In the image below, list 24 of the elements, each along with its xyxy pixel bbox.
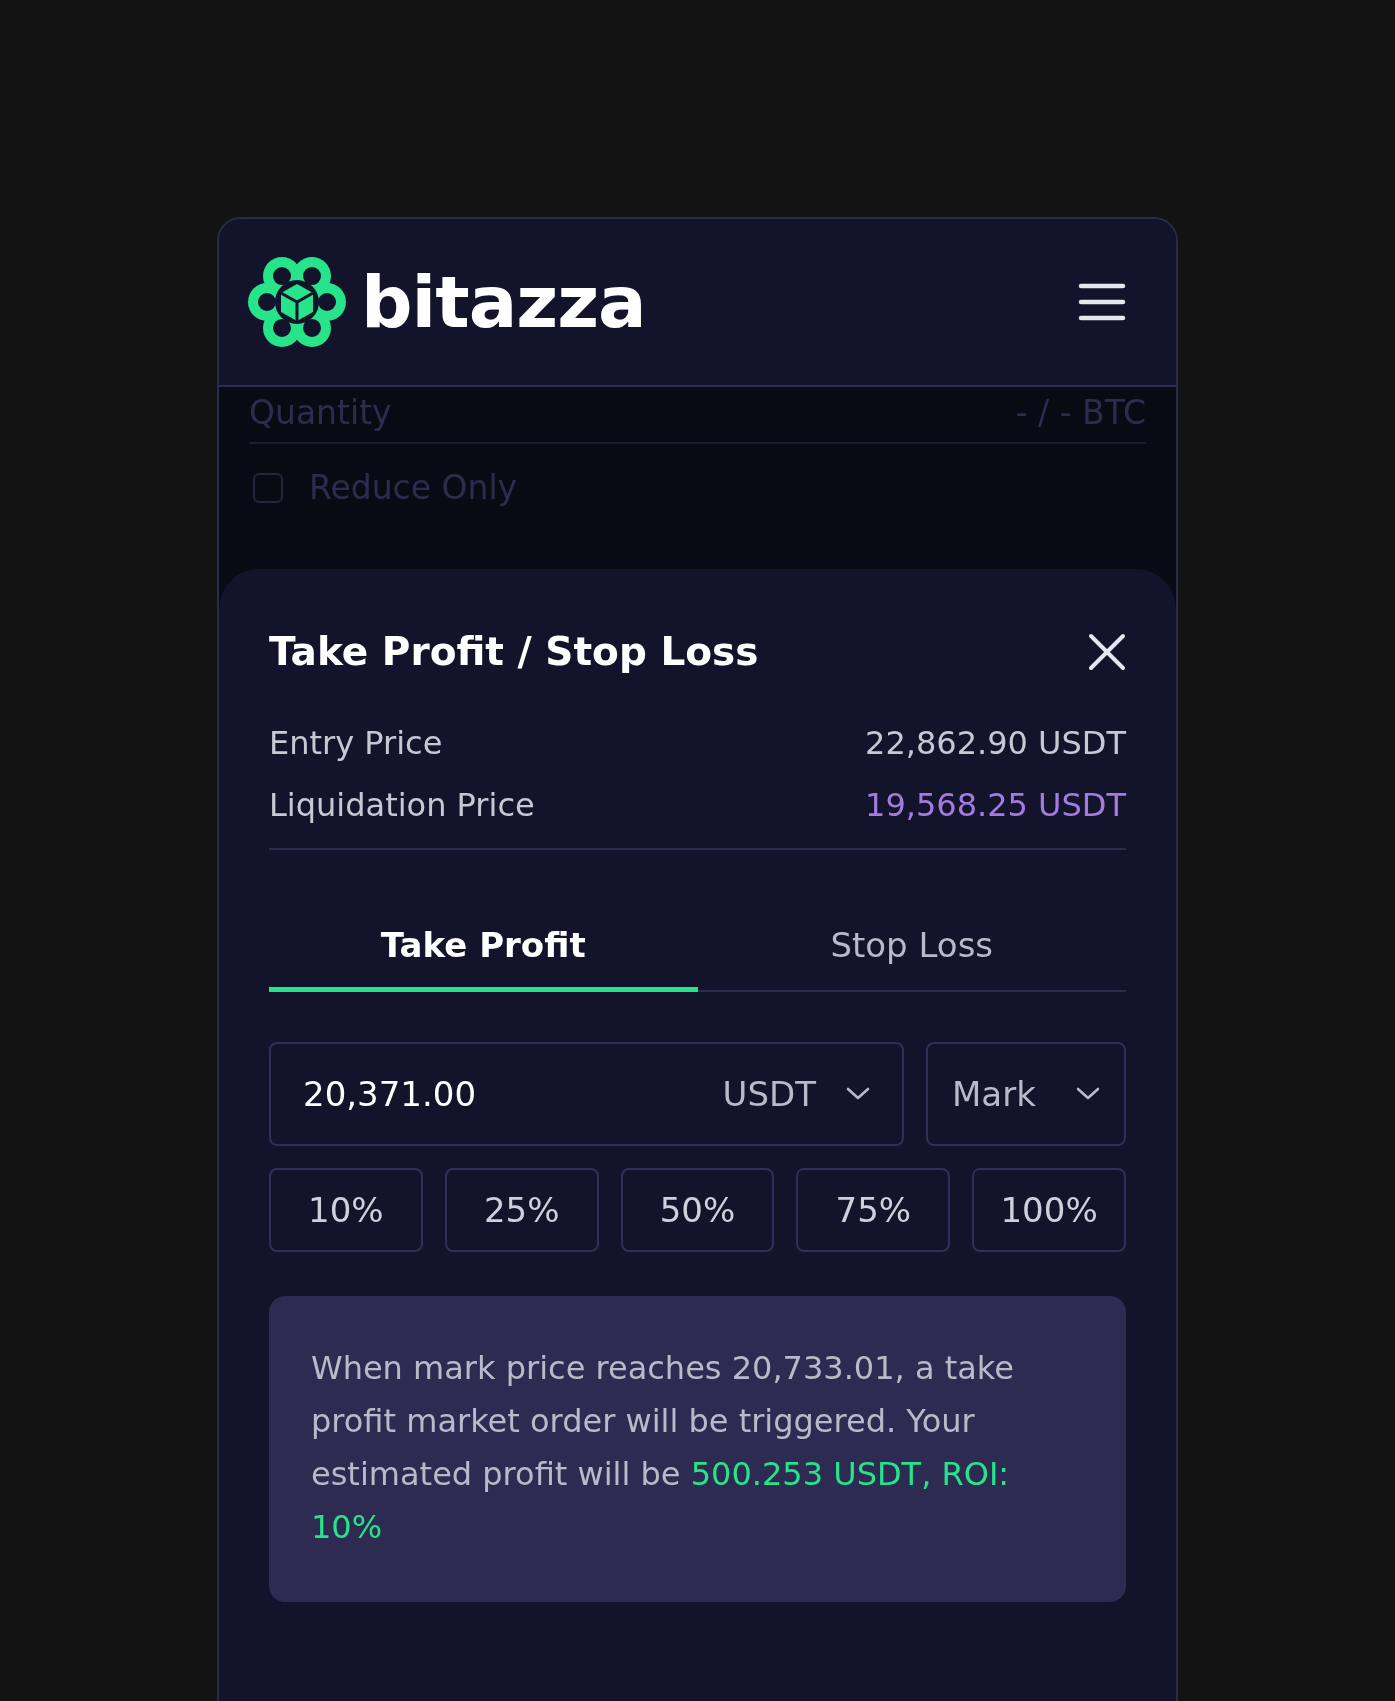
- trigger-select[interactable]: Mark: [926, 1042, 1126, 1146]
- chevron-down-icon: [1076, 1087, 1100, 1101]
- close-icon[interactable]: [1088, 632, 1126, 671]
- checkbox-label: Reduce Only: [309, 468, 518, 507]
- quantity-value: - / - BTC: [1015, 393, 1146, 432]
- price-value: 19,568.25 USDT: [865, 786, 1126, 824]
- percent-button[interactable]: 50%: [620, 1168, 775, 1252]
- percent-button[interactable]: 10%: [269, 1168, 423, 1252]
- price-value: 22,862.90 USDT: [865, 724, 1126, 762]
- sheet-title: Take Profit / Stop Loss: [269, 629, 759, 674]
- price-label: Entry Price: [269, 724, 443, 762]
- percent-button[interactable]: 75%: [796, 1168, 951, 1252]
- info-text: When mark price reaches 20,733.01, a take profit market order will be triggered. Your estimated profit will be 500.253 USDT, ROI: 10%: [269, 1296, 1126, 1602]
- tab[interactable]: Take Profit: [269, 924, 698, 992]
- percent-button[interactable]: 100%: [972, 1168, 1126, 1252]
- logo-text: bitazza: [361, 260, 646, 344]
- checkbox[interactable]: [253, 472, 283, 503]
- chevron-down-icon: [846, 1087, 870, 1101]
- menu-icon[interactable]: [1078, 283, 1126, 321]
- tab[interactable]: Stop Loss: [697, 924, 1126, 992]
- quantity-label: Quantity: [249, 393, 392, 432]
- percent-button[interactable]: 25%: [444, 1168, 599, 1252]
- price-label: Liquidation Price: [269, 786, 535, 824]
- price-input[interactable]: 20,371.00 USDT: [269, 1042, 904, 1146]
